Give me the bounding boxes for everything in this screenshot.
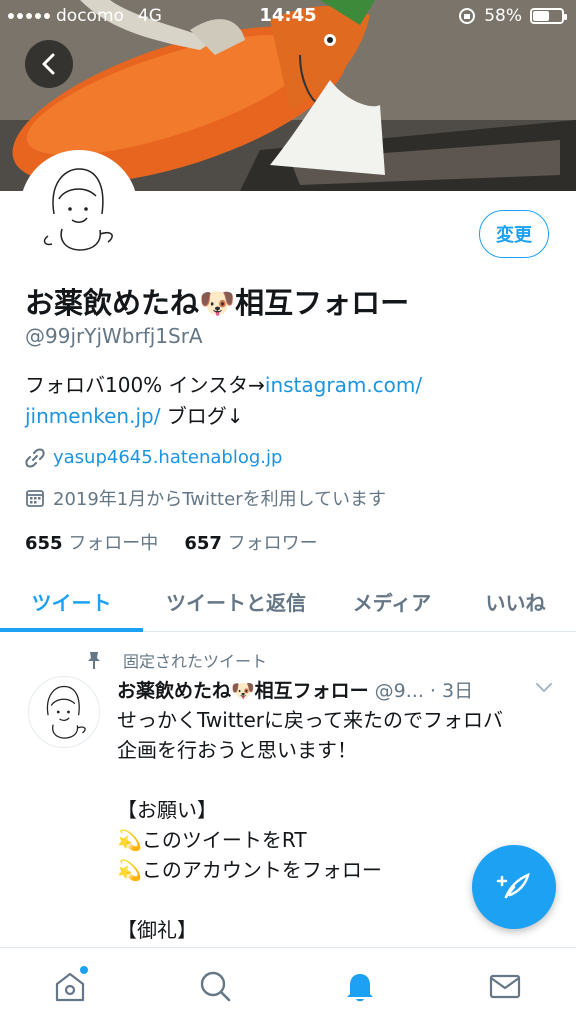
bio-link-instagram[interactable]: instagram.com/	[265, 373, 422, 397]
joined-row: 2019年1月からTwitterを利用しています	[25, 485, 386, 511]
pinned-label: 固定されたツイート	[123, 652, 268, 671]
bio-link-jinmenken[interactable]: jinmenken.jp/	[25, 404, 160, 428]
edit-profile-button[interactable]: 変更	[479, 210, 549, 258]
tweet-avatar-drawing	[46, 685, 86, 739]
battery-icon	[530, 8, 567, 24]
new-content-dot	[80, 966, 88, 974]
profile-handle: @99jrYjWbrfj1SrA	[25, 324, 203, 348]
back-button[interactable]	[25, 40, 73, 88]
compose-feather-icon	[496, 872, 530, 899]
compose-tweet-button[interactable]	[472, 845, 556, 929]
profile-bio: フォロバ100% インスタ→instagram.com/ jinmenken.j…	[25, 370, 555, 432]
website-link[interactable]: yasup4645.hatenablog.jp	[53, 447, 282, 468]
bottom-nav	[0, 947, 576, 1024]
battery-info: 58%	[458, 6, 567, 26]
followers-count: 657	[184, 533, 222, 554]
follow-stats: 655 フォロー中 657 フォロワー	[25, 529, 318, 555]
avatar-drawing	[43, 168, 113, 251]
tweet-author[interactable]: お薬飲めたね🐶相互フォロー	[117, 676, 369, 703]
tweet-header: お薬飲めたね🐶相互フォロー @9... · 3日	[117, 676, 473, 703]
following-stat[interactable]: 655 フォロー中	[25, 529, 158, 555]
profile-name: お薬飲めたね🐶相互フォロー	[25, 286, 410, 320]
mail-icon	[489, 974, 521, 999]
tab-likes[interactable]: いいね	[455, 570, 576, 632]
status-bar: docomo 4G 14:45 58%	[0, 0, 576, 34]
bio-text-suffix: ブログ↓	[160, 404, 244, 428]
pinned-label-row: 固定されたツイート	[85, 648, 267, 672]
nav-notifications[interactable]	[340, 966, 380, 1006]
bio-text: フォロバ100% インスタ→	[25, 373, 265, 397]
profile-avatar[interactable]	[20, 150, 138, 268]
joined-date: 2019年1月からTwitterを利用しています	[53, 489, 387, 510]
nav-home[interactable]	[50, 966, 90, 1006]
website-row[interactable]: yasup4645.hatenablog.jp	[25, 447, 282, 468]
tweet-body[interactable]: せっかくTwitterに戻って来たのでフォロバ 企画を行おうと思います！ 【お願…	[117, 705, 557, 975]
tweet-line: 企画を行おうと思います！	[117, 738, 357, 762]
tweet-avatar[interactable]	[28, 676, 100, 748]
nav-messages[interactable]	[485, 966, 525, 1006]
link-icon	[25, 448, 45, 467]
active-tab-indicator	[0, 628, 143, 632]
profile-tabs: ツイート ツイートと返信 メディア いいね	[0, 570, 576, 632]
rotation-lock-icon	[459, 8, 476, 24]
tab-media[interactable]: メディア	[329, 570, 455, 632]
search-icon	[200, 971, 231, 1002]
tab-tweets[interactable]: ツイート	[0, 570, 143, 632]
tweet-handle-time: @9... · 3日	[374, 680, 474, 702]
chevron-down-icon[interactable]	[533, 680, 555, 696]
tab-tweets-and-replies[interactable]: ツイートと返信	[143, 570, 329, 632]
calendar-icon	[26, 490, 44, 507]
nav-search[interactable]	[195, 966, 235, 1006]
tweet-line: せっかくTwitterに戻って来たのでフォロバ	[117, 708, 504, 732]
tweet-line: 【お願い】	[117, 798, 217, 822]
following-label: フォロー中	[68, 533, 159, 554]
battery-percent: 58%	[484, 6, 522, 26]
pin-icon	[88, 652, 100, 669]
bell-icon	[347, 974, 373, 1002]
following-count: 655	[25, 533, 63, 554]
tweet-line	[117, 765, 557, 795]
followers-stat[interactable]: 657 フォロワー	[184, 529, 317, 555]
chevron-left-icon	[42, 53, 55, 75]
followers-label: フォロワー	[227, 533, 318, 554]
